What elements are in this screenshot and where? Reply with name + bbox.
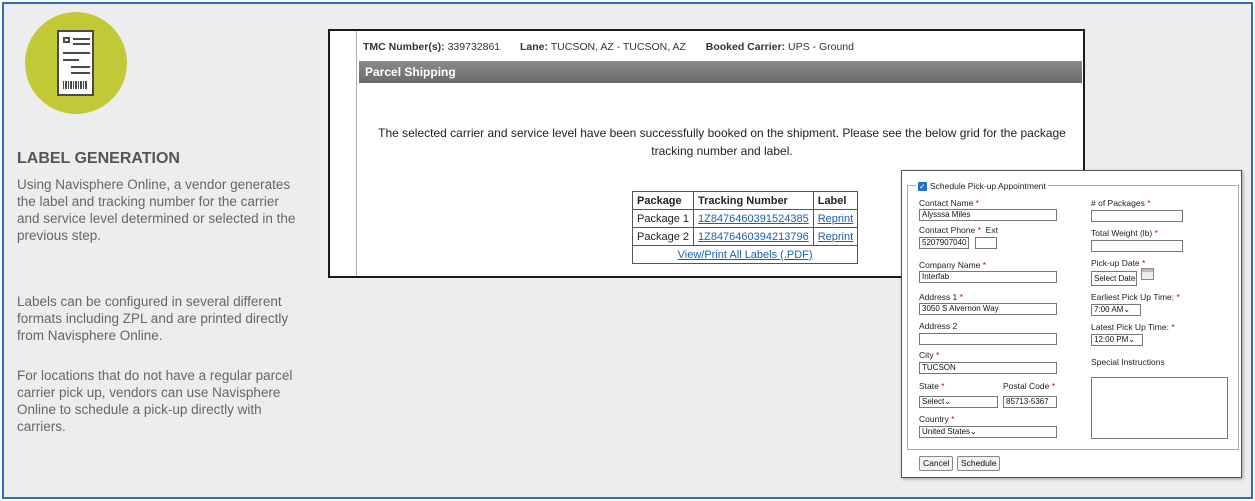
table-row: Package 2 1Z8476460394213796 Reprint: [632, 227, 859, 246]
success-message: The selected carrier and service level h…: [378, 126, 1066, 158]
contact-name-input[interactable]: Alysssa Miles: [919, 209, 1057, 221]
slide-frame: LABEL GENERATION Using Navisphere Online…: [2, 2, 1253, 499]
carrier-label: Booked Carrier:: [705, 41, 786, 53]
earliest-time-select[interactable]: 7:00 AM⌄: [1091, 304, 1141, 316]
postal-code-input[interactable]: 85713-5367: [1003, 396, 1057, 408]
reprint-link[interactable]: Reprint: [818, 231, 853, 243]
contact-name-label: Contact Name *: [919, 198, 980, 208]
column-header: Tracking Number: [692, 191, 814, 210]
lane-label: Lane:: [520, 41, 549, 53]
shipment-info-bar: TMC Number(s): 339732861 Lane: TUCSON, A…: [363, 41, 854, 53]
state-select[interactable]: Select⌄: [919, 396, 998, 408]
earliest-time-label: Earliest Pick Up Time: *: [1091, 292, 1180, 302]
tmc-value: 339732861: [447, 41, 501, 53]
table-row: View/Print All Labels (.PDF): [631, 245, 859, 264]
latest-time-label: Latest Pick Up Time: *: [1091, 322, 1175, 332]
address1-label: Address 1 *: [919, 292, 963, 302]
tracking-link[interactable]: 1Z8476460394213796: [698, 231, 809, 243]
contact-phone-input[interactable]: 5207907040: [919, 237, 969, 249]
column-header: Package: [632, 191, 694, 210]
weight-input[interactable]: [1091, 240, 1183, 252]
address2-input[interactable]: [919, 333, 1057, 345]
special-instructions-textarea[interactable]: [1091, 377, 1228, 439]
cancel-button[interactable]: Cancel: [919, 456, 954, 471]
panel-title: LABEL GENERATION: [17, 150, 180, 167]
packages-label: # of Packages *: [1091, 198, 1151, 208]
contact-phone-label: Contact Phone * Ext: [919, 225, 998, 235]
city-label: City *: [919, 350, 940, 360]
chevron-down-icon: ⌄: [1128, 335, 1135, 344]
view-print-all-link[interactable]: View/Print All Labels (.PDF): [678, 249, 813, 261]
tmc-label: TMC Number(s):: [363, 41, 445, 53]
company-name-input[interactable]: Interfab: [919, 271, 1057, 283]
address1-input[interactable]: 3050 S Alvernon Way: [919, 303, 1057, 315]
special-instructions-label: Special Instructions: [1091, 357, 1165, 367]
schedule-pickup-form: ✓ Schedule Pick-up Appointment Contact N…: [901, 170, 1242, 478]
column-header: Label: [812, 191, 859, 210]
chevron-down-icon: ⌄: [1123, 305, 1131, 314]
state-label: State *: [919, 381, 945, 391]
label-document-icon: [25, 12, 127, 114]
tracking-link[interactable]: 1Z8476460391524385: [698, 213, 809, 225]
description-paragraph-3: For locations that do not have a regular…: [17, 368, 293, 434]
country-select[interactable]: United States⌄: [919, 426, 1057, 438]
lane-value: TUCSON, AZ - TUCSON, AZ: [550, 41, 686, 53]
weight-label: Total Weight (lb) *: [1091, 228, 1158, 238]
chevron-down-icon: ⌄: [944, 397, 951, 406]
section-header: Parcel Shipping: [359, 61, 1082, 83]
city-input[interactable]: TUCSON: [919, 362, 1057, 374]
carrier-value: UPS - Ground: [788, 41, 854, 53]
schedule-pickup-checkbox[interactable]: ✓: [918, 181, 927, 191]
description-paragraph-1: Using Navisphere Online, a vendor genera…: [17, 177, 296, 243]
country-label: Country *: [919, 414, 955, 424]
schedule-pickup-legend: ✓ Schedule Pick-up Appointment: [916, 181, 1048, 191]
latest-time-select[interactable]: 12:00 PM⌄: [1091, 334, 1143, 346]
table-row: Package 1 1Z8476460391524385 Reprint: [632, 209, 859, 228]
package-cell: Package 2: [632, 227, 694, 246]
package-table: Package Tracking Number Label Package 1 …: [631, 191, 859, 264]
legend-label: Schedule Pick-up Appointment: [930, 181, 1046, 191]
phone-ext-input[interactable]: [975, 237, 997, 249]
schedule-button[interactable]: Schedule: [957, 456, 1001, 471]
postal-code-label: Postal Code *: [1003, 381, 1055, 391]
pickup-date-label: Pick-up Date *: [1091, 258, 1146, 268]
calendar-icon[interactable]: [1141, 268, 1154, 280]
packages-input[interactable]: [1091, 210, 1183, 222]
address2-label: Address 2: [919, 321, 958, 331]
pickup-date-input[interactable]: Select Date: [1091, 271, 1137, 286]
reprint-link[interactable]: Reprint: [818, 213, 853, 225]
barcode-icon: [63, 81, 88, 89]
company-name-label: Company Name *: [919, 260, 987, 270]
chevron-down-icon: ⌄: [970, 427, 977, 436]
package-cell: Package 1: [632, 209, 694, 228]
document-icon: [57, 30, 94, 96]
table-header-row: Package Tracking Number Label: [632, 191, 859, 210]
description-paragraph-2: Labels can be configured in several diff…: [17, 294, 289, 343]
